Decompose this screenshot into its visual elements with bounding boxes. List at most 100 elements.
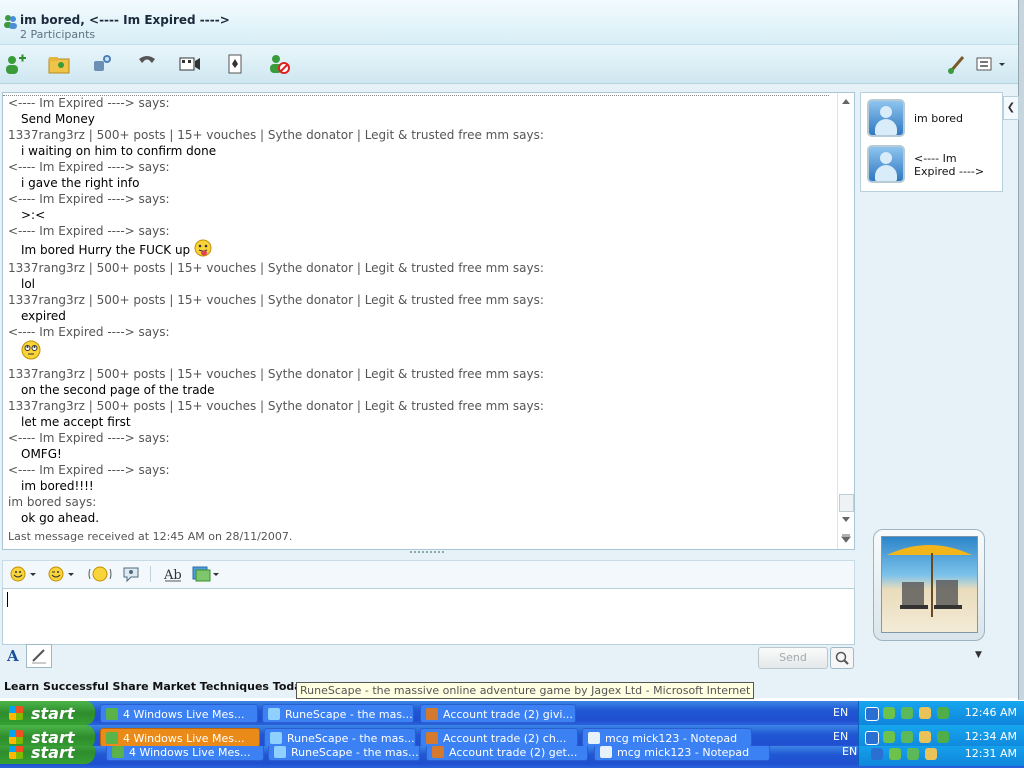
clock[interactable]: 12:46 AM	[965, 701, 1017, 725]
security-tray-icon[interactable]	[919, 731, 931, 743]
pane-splitter[interactable]	[410, 551, 444, 557]
message-sender: <---- Im Expired ----> says:	[8, 192, 170, 206]
security-tray-icon[interactable]	[919, 707, 931, 719]
message-text: ok go ahead.	[21, 511, 100, 525]
avatar	[867, 99, 905, 137]
search-icon[interactable]	[830, 647, 854, 669]
conversation-header: im bored, <---- Im Expired ----> 2 Parti…	[0, 0, 1018, 45]
network-tray-icon[interactable]	[901, 731, 913, 743]
tray-arrow-icon[interactable]	[871, 748, 883, 760]
message-text: OMFG!	[21, 447, 62, 461]
voice-clip-icon[interactable]	[121, 564, 141, 584]
taskbar-item[interactable]: Account trade (2) givi...	[420, 704, 576, 723]
toolbar-divider	[150, 566, 151, 582]
messenger-tray-icon[interactable]	[883, 731, 895, 743]
participant-item[interactable]: <---- Im Expired ---->	[867, 145, 997, 183]
scroll-up-icon[interactable]	[841, 97, 851, 105]
firefox-icon	[426, 708, 438, 720]
language-indicator[interactable]: EN	[833, 701, 848, 725]
participant-count: 2 Participants	[20, 28, 96, 41]
wink-menu-icon[interactable]	[47, 565, 77, 583]
message-text: on the second page of the trade	[21, 383, 215, 397]
paintbrush-icon[interactable]	[944, 52, 970, 76]
taskbar-item[interactable]: mcg mick123 - Notepad	[582, 728, 752, 747]
messenger-icon	[106, 708, 118, 720]
windows-flag-icon	[9, 706, 23, 720]
scroll-thumb[interactable]	[839, 494, 854, 512]
system-tray: 12:46 AM	[858, 701, 1024, 725]
activities-icon[interactable]	[177, 52, 203, 76]
message-sender: 1337rang3rz | 500+ posts | 15+ vouches |…	[8, 367, 544, 381]
taskbar-item[interactable]: mcg mick123 - Notepad	[594, 746, 770, 761]
windows-flag-icon	[9, 746, 23, 759]
games-icon[interactable]	[222, 52, 248, 76]
background-menu-icon[interactable]	[191, 564, 221, 584]
display-options-icon[interactable]	[974, 52, 1010, 76]
call-icon[interactable]	[134, 52, 160, 76]
emoticon-menu-icon[interactable]	[9, 565, 39, 583]
start-button[interactable]: start	[0, 746, 95, 764]
security-tray-icon[interactable]	[925, 748, 937, 760]
update-tray-icon[interactable]	[937, 707, 949, 719]
message-text: Send Money	[21, 112, 95, 126]
message-text: lol	[21, 277, 36, 291]
message-text: let me accept first	[21, 415, 131, 429]
language-indicator[interactable]: EN	[842, 746, 857, 764]
participant-item[interactable]: im bored	[867, 99, 997, 137]
taskbar-item[interactable]: Account trade (2) ch...	[420, 728, 578, 747]
scroll-end-icon[interactable]	[841, 534, 851, 544]
participant-name: <---- Im Expired ---->	[914, 152, 985, 178]
message-sender: 1337rang3rz | 500+ posts | 15+ vouches |…	[8, 399, 544, 413]
avatar	[867, 145, 905, 183]
share-files-icon[interactable]	[46, 52, 72, 76]
invite-icon[interactable]	[2, 52, 28, 76]
block-icon[interactable]	[266, 52, 292, 76]
collapse-panel-icon[interactable]: ❮	[1003, 96, 1019, 120]
message-sender: <---- Im Expired ----> says:	[8, 224, 170, 238]
nudge-icon[interactable]	[87, 564, 113, 584]
start-button[interactable]: start	[0, 701, 95, 725]
my-display-picture[interactable]	[873, 529, 985, 641]
messenger-tray-icon[interactable]	[889, 748, 901, 760]
video-call-icon[interactable]	[90, 52, 116, 76]
participants-panel: im bored <---- Im Expired ---->	[860, 92, 1003, 192]
advertisement[interactable]: Learn Successful Share Market Techniques…	[4, 680, 309, 693]
handwriting-icon[interactable]	[26, 644, 52, 668]
network-tray-icon[interactable]	[907, 748, 919, 760]
text-caret	[7, 592, 8, 607]
message-sender: <---- Im Expired ----> says:	[8, 431, 170, 445]
messenger-icon	[112, 746, 124, 758]
last-message-status: Last message received at 12:45 AM on 28/…	[8, 530, 293, 543]
taskbar-item[interactable]: 4 Windows Live Mes...	[106, 746, 264, 761]
tray-arrow-icon[interactable]	[865, 731, 879, 745]
taskbar-item[interactable]: Account trade (2) get...	[426, 746, 588, 761]
taskbar-item[interactable]: RuneScape - the mas...	[264, 728, 416, 747]
svg-text:A: A	[6, 647, 19, 665]
message-sender: 1337rang3rz | 500+ posts | 15+ vouches |…	[8, 293, 544, 307]
clock[interactable]: 12:31 AM	[965, 746, 1017, 766]
notepad-icon	[588, 732, 600, 744]
message-sender: <---- Im Expired ----> says:	[8, 160, 170, 174]
update-tray-icon[interactable]	[937, 731, 949, 743]
conversation-history[interactable]: <---- Im Expired ----> says: Send Money 13…	[2, 92, 855, 550]
messenger-tray-icon[interactable]	[883, 707, 895, 719]
message-sender: <---- Im Expired ----> says:	[8, 463, 170, 477]
taskbar-item[interactable]: RuneScape - the mas...	[268, 746, 420, 761]
history-scrollbar[interactable]	[837, 93, 854, 549]
rolleyes-emoticon-icon	[21, 340, 41, 363]
notepad-icon	[600, 746, 612, 758]
send-button[interactable]: Send	[758, 647, 828, 669]
taskbar-item[interactable]: RuneScape - the mas...	[262, 704, 414, 723]
firefox-icon	[432, 746, 444, 758]
message-input[interactable]	[2, 588, 855, 645]
message-text: i waiting on him to confirm done	[21, 144, 217, 158]
change-font-icon[interactable]: Ab	[163, 564, 183, 584]
conversation-title: im bored, <---- Im Expired ---->	[20, 13, 230, 27]
taskbar-item[interactable]: 4 Windows Live Mes...	[100, 728, 260, 747]
font-style-icon[interactable]: A	[5, 647, 23, 669]
taskbar-item[interactable]: 4 Windows Live Mes...	[100, 704, 258, 723]
picture-menu-arrow-icon[interactable]: ▼	[975, 650, 982, 660]
tray-arrow-icon[interactable]	[865, 707, 879, 721]
network-tray-icon[interactable]	[901, 707, 913, 719]
scroll-down-icon[interactable]	[841, 516, 851, 524]
